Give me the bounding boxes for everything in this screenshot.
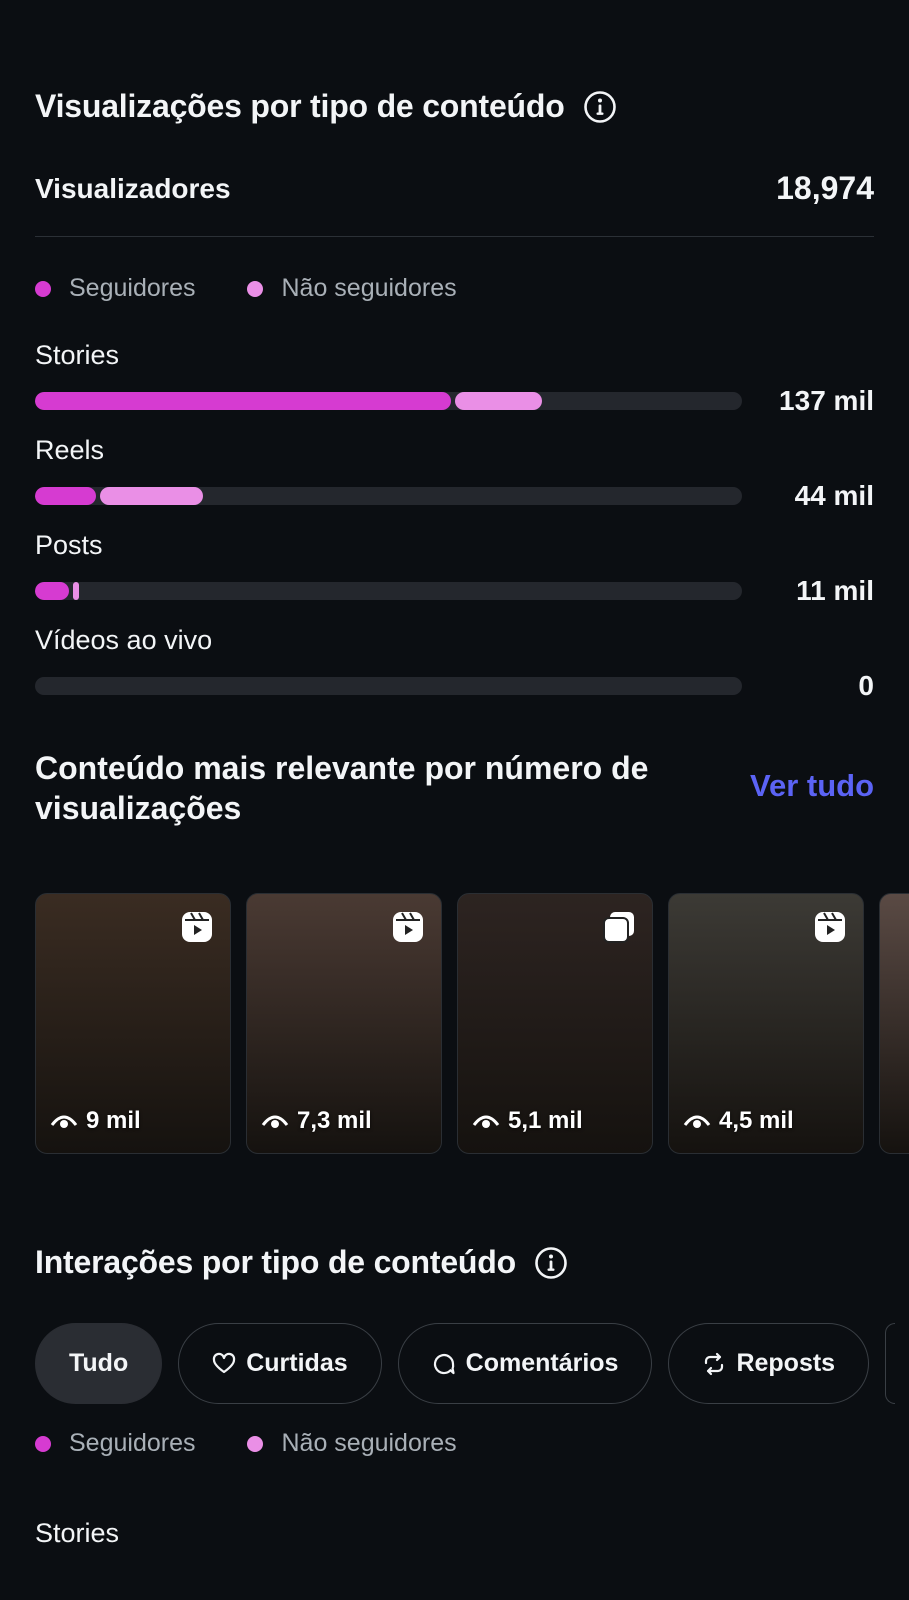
thumbnail-views-value: 7,3 mil [297,1107,372,1134]
reel-icon [182,912,212,942]
bar-reels[interactable]: Reels 44 mil [35,435,874,512]
interactions-row-label: Stories [35,1518,120,1548]
repost-icon [705,1352,724,1375]
legend-label: Seguidores [69,1429,196,1457]
bar-label: Posts [35,530,103,560]
legend-label: Não seguidores [281,274,457,302]
bar-segment-followers [35,392,451,410]
viewers-row: Visualizadores 18,974 [35,170,874,207]
chip-label: Curtidas [246,1349,348,1377]
chip-more[interactable] [885,1323,896,1404]
bar-live-videos[interactable]: Vídeos ao vivo 0 [35,625,874,702]
bar-segment-followers [35,487,96,505]
bar-value: 0 [858,670,874,701]
legend-followers: Seguidores [35,274,195,303]
viewers-value: 18,974 [776,170,874,206]
views-legend: Seguidores Não seguidores [35,274,509,303]
content-thumbnail[interactable] [879,893,909,1154]
interactions-title-row: Interações por tipo de conteúdo [35,1244,568,1281]
chip-comments[interactable]: Comentários [397,1323,653,1404]
thumbnail-views-value: 5,1 mil [508,1107,583,1134]
bar-segment-followers [35,582,69,600]
bar-label: Reels [35,435,105,465]
legend-dot-followers [35,1435,51,1452]
bar-label: Vídeos ao vivo [35,625,213,655]
legend-label: Não seguidores [281,1429,457,1457]
reel-icon [815,912,845,942]
interactions-section-title: Interações por tipo de conteúdo [35,1244,516,1280]
bar-segment-nonfollowers [100,487,203,505]
content-thumbnail[interactable]: 7,3 mil [246,893,442,1154]
relevant-content-carousel[interactable]: 9 mil 7,3 mil 5,1 mil 4,5 mil [35,893,909,1154]
thumbnail-views: 7,3 mil [261,1107,372,1135]
content-thumbnail[interactable]: 9 mil [35,893,231,1154]
bar-stories[interactable]: Stories 137 mil [35,340,874,417]
thumbnail-views: 9 mil [50,1107,141,1135]
reel-icon [393,912,423,942]
chip-likes[interactable]: Curtidas [178,1323,382,1404]
chip-label: Reposts [736,1349,836,1377]
chip-label: Tudo [69,1349,129,1377]
bar-posts[interactable]: Posts 11 mil [35,530,874,607]
divider [35,236,874,237]
interactions-legend: Seguidores Não seguidores [35,1429,509,1458]
chip-label: Comentários [465,1349,619,1377]
relevant-section-title: Conteúdo mais relevante por número de vi… [35,750,649,826]
legend-dot-followers [35,280,51,297]
see-all-link[interactable]: Ver tudo [750,768,874,804]
eye-icon [683,1115,711,1128]
heart-icon [213,1352,236,1373]
info-icon[interactable] [583,90,617,124]
bar-segment-nonfollowers [73,582,79,600]
viewers-label: Visualizadores [35,172,231,204]
interaction-filter-chips: Tudo Curtidas Comentários Reposts [35,1323,896,1404]
thumbnail-views: 5,1 mil [472,1107,583,1135]
info-icon[interactable] [534,1246,568,1280]
bar-value: 11 mil [796,575,874,606]
legend-dot-nonfollowers [247,1435,264,1452]
carousel-icon [603,912,634,943]
bar-segment-nonfollowers [455,392,542,410]
comment-icon [433,1353,455,1374]
eye-icon [50,1115,78,1128]
bar-label: Stories [35,340,120,370]
bar-value: 137 mil [779,385,874,416]
legend-dot-nonfollowers [247,280,264,297]
thumbnail-views-value: 4,5 mil [719,1107,794,1134]
bar-track [35,392,742,410]
content-thumbnail[interactable]: 4,5 mil [668,893,864,1154]
legend-nonfollowers: Não seguidores [247,1429,457,1458]
chip-all[interactable]: Tudo [35,1323,163,1404]
bar-track [35,677,742,695]
eye-icon [261,1115,289,1128]
content-thumbnail[interactable]: 5,1 mil [457,893,653,1154]
bar-track [35,487,742,505]
legend-label: Seguidores [69,274,196,302]
views-title-row: Visualizações por tipo de conteúdo [35,88,617,125]
thumbnail-views: 4,5 mil [683,1107,794,1135]
views-section-title: Visualizações por tipo de conteúdo [35,88,565,124]
eye-icon [472,1115,500,1128]
legend-followers: Seguidores [35,1429,195,1458]
bar-track [35,582,742,600]
insights-page: Visualizações por tipo de conteúdo Visua… [0,0,909,1600]
bar-value: 44 mil [794,480,874,511]
thumbnail-views-value: 9 mil [86,1107,141,1134]
legend-nonfollowers: Não seguidores [247,274,457,303]
chip-reposts[interactable]: Reposts [668,1323,870,1404]
